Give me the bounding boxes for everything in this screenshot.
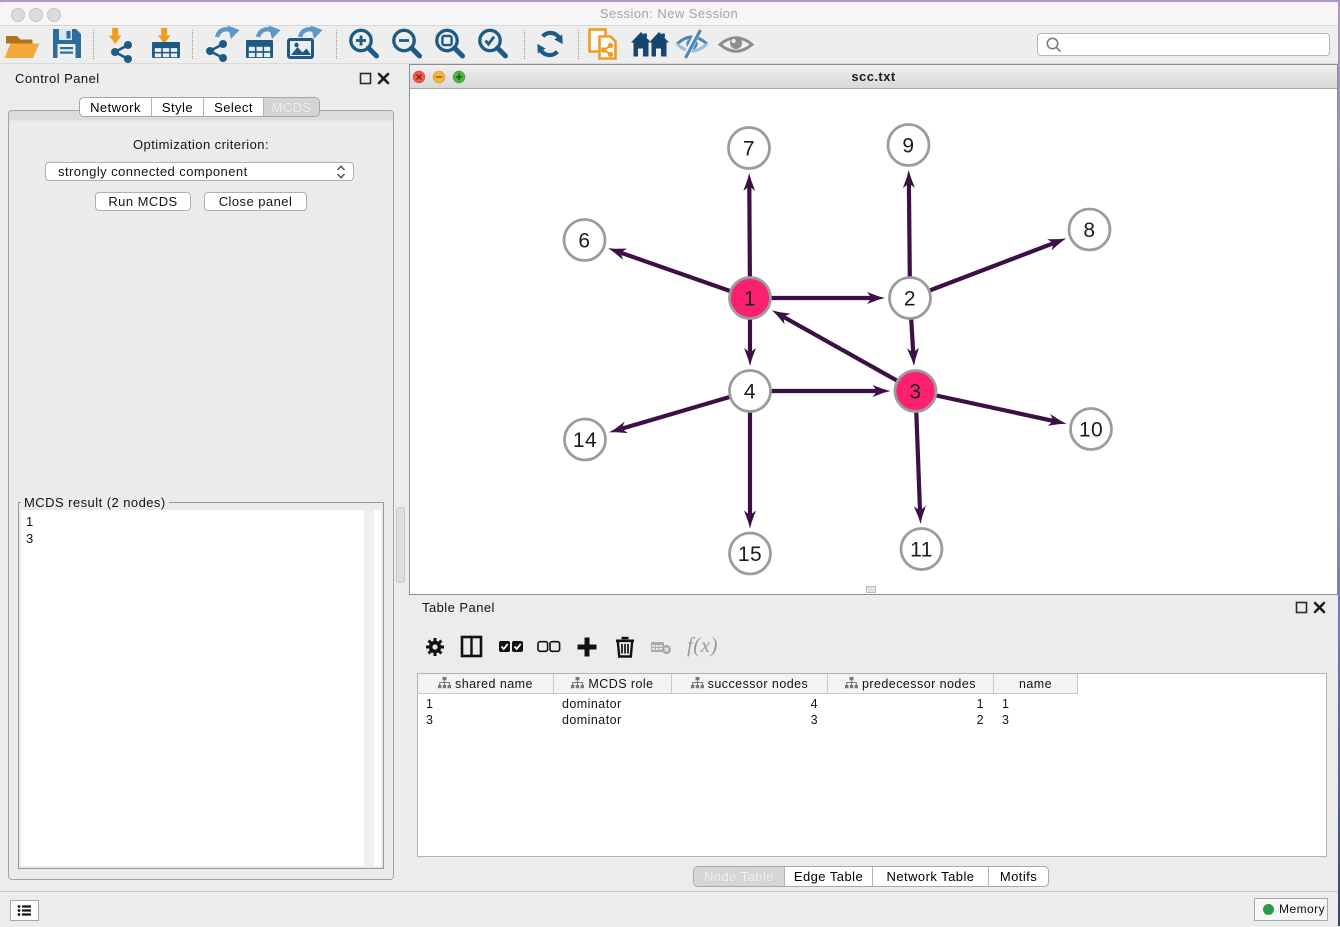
svg-text:2: 2 xyxy=(904,288,916,311)
svg-text:7: 7 xyxy=(743,138,755,161)
svg-text:10: 10 xyxy=(1079,419,1103,442)
svg-text:9: 9 xyxy=(902,135,914,158)
svg-text:14: 14 xyxy=(573,429,597,452)
svg-text:8: 8 xyxy=(1083,219,1095,242)
svg-text:15: 15 xyxy=(738,543,762,566)
svg-text:6: 6 xyxy=(578,230,590,253)
svg-text:3: 3 xyxy=(909,381,921,404)
svg-text:1: 1 xyxy=(744,288,756,311)
svg-text:11: 11 xyxy=(910,539,933,562)
svg-text:4: 4 xyxy=(744,381,756,404)
